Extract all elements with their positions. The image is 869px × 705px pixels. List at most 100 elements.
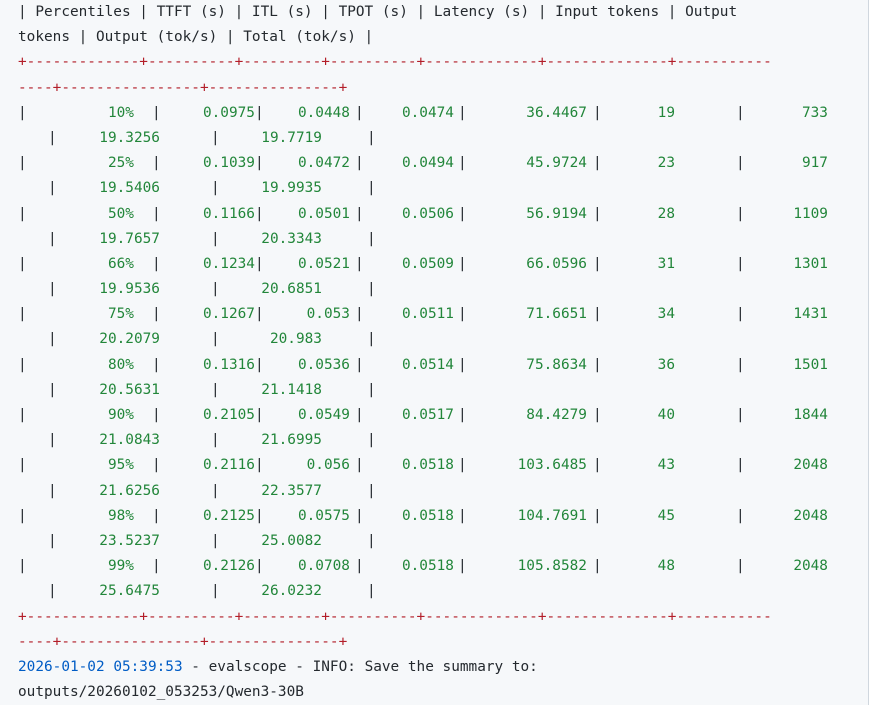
column-divider: | <box>18 104 27 121</box>
cell-output: 1501 <box>793 356 828 373</box>
cell-output: 1301 <box>793 255 828 272</box>
column-divider: | <box>593 558 602 575</box>
cell-total-tps: 21.6995 <box>261 432 322 449</box>
cell-total-tps: 25.0082 <box>261 532 322 549</box>
table-row-continuation: | | | 21.6256 22.3577 <box>18 479 868 504</box>
column-divider: | <box>48 532 57 549</box>
cell-itl: 0.053 <box>306 306 350 323</box>
column-divider: | <box>355 255 364 272</box>
cell-total-tps: 20.3343 <box>261 230 322 247</box>
column-divider: | <box>458 155 467 172</box>
cell-tpot: 0.0518 <box>401 457 454 474</box>
table-row-continuation: | | | 21.0843 21.6995 <box>18 428 868 453</box>
cell-itl: 0.0536 <box>297 356 350 373</box>
column-divider: | <box>255 507 264 524</box>
cell-total-tps: 20.983 <box>269 331 322 348</box>
column-divider: | <box>255 155 264 172</box>
table-row: | | | | | | | 99% 0.2126 0.0708 0.0518 105.8582 48 20… <box>18 554 868 579</box>
column-divider: | <box>593 255 602 272</box>
column-divider: | <box>458 558 467 575</box>
column-divider: | <box>736 558 745 575</box>
cell-input: 43 <box>657 457 675 474</box>
column-divider: | <box>355 558 364 575</box>
table-row-continuation: | | | 19.5406 19.9935 <box>18 176 868 201</box>
column-divider: | <box>736 507 745 524</box>
log-date: 2026-01-02 <box>18 658 105 675</box>
cell-latency: 103.6485 <box>517 457 587 474</box>
output-path: outputs/20260102_053253/Qwen3-30B <box>18 684 304 701</box>
column-divider: | <box>367 129 376 146</box>
cell-p: 25% <box>107 155 134 172</box>
column-divider: | <box>152 255 161 272</box>
cell-output: 2048 <box>793 507 828 524</box>
column-divider: | <box>255 306 264 323</box>
table-row: | | | | | | | 10% 0.0975 0.0448 0.0474 36.4467 19 733 <box>18 101 868 126</box>
column-divider: | <box>736 205 745 222</box>
column-divider: | <box>736 457 745 474</box>
column-divider: | <box>18 155 27 172</box>
cell-ttft: 0.2126 <box>202 558 255 575</box>
table-header-line-1: | Percentiles | TTFT (s) | ITL (s) | TPO… <box>18 4 738 20</box>
column-divider: | <box>48 331 57 348</box>
column-divider: | <box>211 129 220 146</box>
cell-out-tps: 20.5631 <box>99 381 160 398</box>
column-divider: | <box>458 205 467 222</box>
column-divider: | <box>211 532 220 549</box>
cell-output: 733 <box>801 104 828 121</box>
cell-input: 40 <box>657 407 675 423</box>
column-divider: | <box>458 407 467 423</box>
cell-itl: 0.0448 <box>297 104 350 121</box>
cell-p: 50% <box>107 205 134 222</box>
cell-input: 28 <box>657 205 675 222</box>
table-row: | | | | | | | 50% 0.1166 0.0501 0.0506 56.9194 28 110… <box>18 202 868 227</box>
table-header-line-2: tokens | Output (tok/s) | Total (tok/s) … <box>18 29 374 46</box>
cell-latency: 45.9724 <box>526 155 587 172</box>
column-divider: | <box>18 507 27 524</box>
table-row-continuation: | | | 19.7657 20.3343 <box>18 227 868 252</box>
table-row: | | | | | | | 90% 0.2105 0.0549 0.0517 84.4279 40 184… <box>18 403 868 428</box>
column-divider: | <box>255 104 264 121</box>
column-divider: | <box>18 356 27 373</box>
cell-tpot: 0.0494 <box>401 155 454 172</box>
log-time: 05:39:53 <box>113 658 183 675</box>
cell-total-tps: 26.0232 <box>261 583 322 600</box>
cell-p: 95% <box>107 457 134 474</box>
column-divider: | <box>355 306 364 323</box>
cell-p: 75% <box>107 306 134 323</box>
cell-input: 19 <box>657 104 675 121</box>
column-divider: | <box>593 205 602 222</box>
table-row: | | | | | | | 80% 0.1316 0.0536 0.0514 75.8634 36 150… <box>18 353 868 378</box>
cell-latency: 56.9194 <box>526 205 587 222</box>
cell-total-tps: 21.1418 <box>261 381 322 398</box>
cell-p: 99% <box>107 558 134 575</box>
cell-total-tps: 20.6851 <box>261 281 322 298</box>
column-divider: | <box>736 306 745 323</box>
cell-output: 917 <box>801 155 828 172</box>
table-row: | | | | | | | 25% 0.1039 0.0472 0.0494 45.9724 23 917 <box>18 151 868 176</box>
cell-itl: 0.0472 <box>297 155 350 172</box>
table-separator-top-1: +-------------+----------+---------+----… <box>18 54 772 71</box>
cell-ttft: 0.1039 <box>202 155 255 172</box>
column-divider: | <box>355 155 364 172</box>
column-divider: | <box>152 155 161 172</box>
cell-itl: 0.056 <box>306 457 350 474</box>
table-row-continuation: | | | 19.3256 19.7719 <box>18 126 868 151</box>
column-divider: | <box>593 457 602 474</box>
column-divider: | <box>367 381 376 398</box>
terminal-output: | Percentiles | TTFT (s) | ITL (s) | TPO… <box>0 0 868 705</box>
column-divider: | <box>152 457 161 474</box>
column-divider: | <box>152 356 161 373</box>
column-divider: | <box>593 306 602 323</box>
log-message: - evalscope - INFO: Save the summary to: <box>182 658 538 675</box>
column-divider: | <box>48 381 57 398</box>
cell-latency: 104.7691 <box>517 507 587 524</box>
column-divider: | <box>458 356 467 373</box>
column-divider: | <box>152 507 161 524</box>
cell-p: 90% <box>107 407 134 423</box>
cell-output: 2048 <box>793 457 828 474</box>
column-divider: | <box>367 331 376 348</box>
column-divider: | <box>355 457 364 474</box>
column-divider: | <box>736 255 745 272</box>
cell-output: 1109 <box>793 205 828 222</box>
cell-p: 80% <box>107 356 134 373</box>
